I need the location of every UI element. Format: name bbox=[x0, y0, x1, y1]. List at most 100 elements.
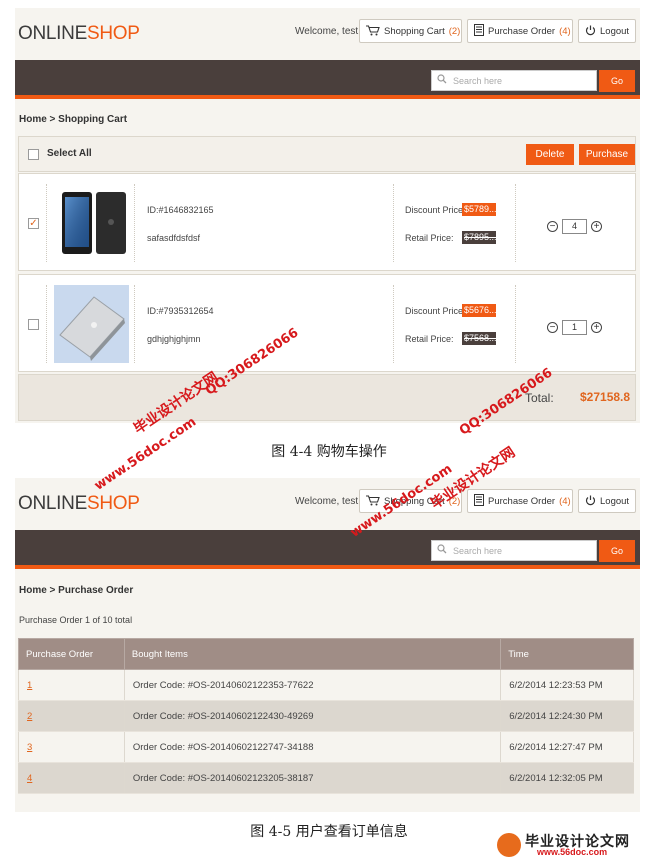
site-logo-url: www.56doc.com bbox=[537, 847, 608, 857]
retail-price: $7568... bbox=[462, 332, 496, 345]
logo[interactable]: ONLINESHOP bbox=[18, 23, 140, 45]
quantity-stepper: − 4 + bbox=[547, 219, 602, 234]
power-icon bbox=[585, 495, 596, 508]
cart-icon bbox=[366, 24, 380, 38]
site-logo: 毕业设计论文网 www.56doc.com bbox=[495, 831, 655, 859]
select-all-checkbox[interactable] bbox=[28, 149, 39, 160]
search-input[interactable]: Search here bbox=[431, 70, 597, 91]
minus-icon[interactable]: − bbox=[547, 221, 558, 232]
plus-icon[interactable]: + bbox=[591, 322, 602, 333]
plus-icon[interactable]: + bbox=[591, 221, 602, 232]
purchase-order-button[interactable]: Purchase Order (4) bbox=[467, 489, 573, 513]
item-checkbox[interactable]: ✓ bbox=[28, 218, 39, 229]
column-header[interactable]: Time bbox=[500, 638, 634, 670]
order-count: (4) bbox=[559, 25, 571, 37]
order-link[interactable]: 1 bbox=[27, 680, 32, 691]
go-button[interactable]: Go bbox=[599, 540, 635, 562]
shopping-cart-button[interactable]: Shopping Cart (2) bbox=[359, 19, 462, 43]
time-cell: 6/2/2014 12:23:53 PM bbox=[500, 669, 634, 701]
items-cell: Order Code: #OS-20140602123205-38187 bbox=[123, 762, 502, 794]
time-cell: 6/2/2014 12:32:05 PM bbox=[500, 762, 634, 794]
table-row: 2 Order Code: #OS-20140602122430-49269 6… bbox=[18, 700, 634, 732]
order-cell: 3 bbox=[18, 731, 125, 763]
figure-caption-1: 图 4-4 购物车操作 bbox=[271, 444, 387, 460]
cart-count: (2) bbox=[448, 25, 461, 37]
total-value: $27158.8 bbox=[580, 390, 631, 404]
items-cell: Order Code: #OS-20140602122430-49269 bbox=[123, 700, 502, 732]
divider bbox=[134, 285, 135, 363]
emblem-icon bbox=[497, 833, 521, 857]
select-all-label: Select All bbox=[47, 148, 92, 159]
items-cell: Order Code: #OS-20140602122747-34188 bbox=[123, 731, 502, 763]
header: ONLINESHOP Welcome, test Shopping Cart (… bbox=[15, 8, 640, 60]
column-header[interactable]: Bought Items bbox=[123, 638, 502, 670]
divider bbox=[134, 184, 135, 262]
search-input[interactable]: Search here bbox=[431, 540, 597, 561]
tablet-image[interactable] bbox=[54, 184, 129, 262]
discount-price: $5676... bbox=[462, 304, 496, 317]
item-checkbox[interactable] bbox=[28, 319, 39, 330]
order-cell: 4 bbox=[18, 762, 125, 794]
laptop-image[interactable] bbox=[54, 285, 129, 363]
breadcrumb: Home > Shopping Cart bbox=[19, 114, 128, 125]
divider bbox=[515, 285, 516, 363]
quantity-input[interactable]: 1 bbox=[562, 320, 587, 335]
order-list-icon bbox=[474, 494, 484, 508]
logo[interactable]: ONLINESHOP bbox=[18, 493, 140, 515]
purchase-order-label: Purchase Order bbox=[488, 25, 556, 37]
cart-icon bbox=[366, 494, 380, 508]
minus-icon[interactable]: − bbox=[547, 322, 558, 333]
discount-label: Discount Price: bbox=[405, 205, 466, 215]
table-row: 3 Order Code: #OS-20140602122747-34188 6… bbox=[18, 731, 634, 763]
retail-price: $7895... bbox=[462, 231, 496, 244]
table-row: 4 Order Code: #OS-20140602123205-38187 6… bbox=[18, 762, 634, 794]
product-name: gdhjghjghjmn bbox=[147, 334, 201, 344]
table-header-row: Purchase Order Bought Items Time bbox=[18, 638, 634, 670]
logout-label: Logout bbox=[600, 495, 630, 507]
delete-button[interactable]: Delete bbox=[526, 144, 574, 165]
column-header[interactable]: Purchase Order bbox=[18, 638, 125, 670]
quantity-input[interactable]: 4 bbox=[562, 219, 587, 234]
orders-table: Purchase Order Bought Items Time 1 Order… bbox=[18, 638, 634, 794]
time-cell: 6/2/2014 12:24:30 PM bbox=[500, 700, 634, 732]
search-icon bbox=[437, 74, 447, 87]
search-placeholder: Search here bbox=[453, 75, 503, 86]
order-count-text: Purchase Order 1 of 10 total bbox=[19, 615, 133, 625]
breadcrumb: Home > Purchase Order bbox=[19, 585, 134, 596]
shopping-cart-screenshot: ONLINESHOP Welcome, test Shopping Cart (… bbox=[15, 8, 640, 423]
table-row: 1 Order Code: #OS-20140602122353-77622 6… bbox=[18, 669, 634, 701]
order-link[interactable]: 4 bbox=[27, 773, 32, 784]
welcome-text: Welcome, test bbox=[295, 496, 359, 507]
search-icon bbox=[437, 544, 447, 557]
discount-price: $5789... bbox=[462, 203, 496, 216]
go-button[interactable]: Go bbox=[599, 70, 635, 92]
select-bar: Select All Delete Purchase bbox=[18, 136, 636, 172]
purchase-button[interactable]: Purchase bbox=[579, 144, 635, 165]
order-link[interactable]: 3 bbox=[27, 742, 32, 753]
discount-label: Discount Price: bbox=[405, 306, 466, 316]
divider bbox=[393, 285, 394, 363]
divider bbox=[46, 184, 47, 262]
cart-item: ✓ ID:#1646832165 safasdfdsfdsf Discount … bbox=[18, 173, 636, 271]
divider bbox=[515, 184, 516, 262]
logout-button[interactable]: Logout bbox=[578, 19, 636, 43]
purchase-order-button[interactable]: Purchase Order (4) bbox=[467, 19, 573, 43]
nav-bar: Search here Go bbox=[15, 530, 640, 569]
order-count: (4) bbox=[559, 495, 571, 507]
logout-label: Logout bbox=[600, 25, 630, 37]
product-name: safasdfdsfdsf bbox=[147, 233, 201, 243]
shopping-cart-label: Shopping Cart bbox=[384, 25, 445, 37]
nav-bar: Search here Go bbox=[15, 60, 640, 99]
order-list-icon bbox=[474, 24, 484, 38]
items-cell: Order Code: #OS-20140602122353-77622 bbox=[123, 669, 502, 701]
retail-label: Retail Price: bbox=[405, 334, 454, 344]
cart-item: ID:#7935312654 gdhjghjghjmn Discount Pri… bbox=[18, 274, 636, 372]
purchase-order-screenshot: ONLINESHOP Welcome, test Shopping Cart (… bbox=[15, 478, 640, 812]
divider bbox=[393, 184, 394, 262]
purchase-order-label: Purchase Order bbox=[488, 495, 556, 507]
order-cell: 2 bbox=[18, 700, 125, 732]
order-link[interactable]: 2 bbox=[27, 711, 32, 722]
welcome-text: Welcome, test bbox=[295, 26, 359, 37]
logout-button[interactable]: Logout bbox=[578, 489, 636, 513]
search-placeholder: Search here bbox=[453, 545, 503, 556]
